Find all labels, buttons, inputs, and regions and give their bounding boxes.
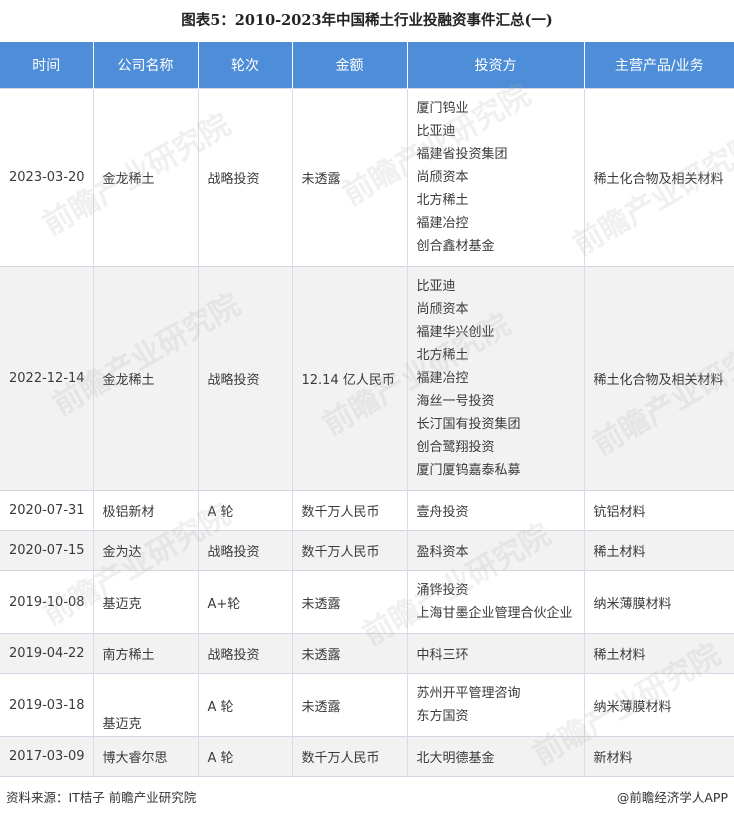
investor: 北方稀土	[416, 193, 469, 208]
cell-date: 2019-04-22	[0, 633, 93, 674]
investor: 尚颀资本	[416, 170, 469, 185]
investor: 长汀国有投资集团	[416, 417, 521, 432]
cell-date: 2019-03-18	[0, 673, 93, 737]
cell-amount: 12.14 亿人民币	[291, 266, 407, 491]
cell-amount: 未透露	[291, 88, 407, 267]
investor: 厦门钨业	[416, 101, 469, 116]
cell-investors: 盈科资本	[406, 530, 584, 571]
table-row: 2019-10-08 基迈克 A+轮 未透露 涌铧投资 上海甘墨企业管理合伙企业…	[0, 570, 734, 634]
cell-company: 金龙稀土	[92, 88, 198, 267]
header-company: 公司名称	[92, 42, 198, 89]
source-note: 资料来源：IT桔子 前瞻产业研究院	[6, 790, 197, 805]
investor: 创合鑫材基金	[416, 239, 495, 254]
investor: 上海甘墨企业管理合伙企业	[416, 606, 573, 621]
cell-business: 稀土材料	[583, 633, 734, 674]
investor: 创合鹭翔投资	[416, 440, 495, 455]
cell-round: 战略投资	[197, 88, 292, 267]
cell-round: A 轮	[197, 490, 292, 531]
cell-date: 2022-12-14	[0, 266, 93, 491]
cell-company: 金为达	[92, 530, 198, 571]
cell-round: A+轮	[197, 570, 292, 634]
table-row: 2019-04-22 南方稀土 战略投资 未透露 中科三环 稀土材料	[0, 633, 734, 674]
cell-date: 2023-03-20	[0, 88, 93, 267]
header-amount: 金额	[291, 42, 407, 89]
cell-company: 南方稀土	[92, 633, 198, 674]
table-row: 2023-03-20 金龙稀土 战略投资 未透露 厦门钨业 比亚迪 福建省投资集…	[0, 88, 734, 267]
investor: 福建华兴创业	[416, 325, 495, 340]
cell-round: 战略投资	[197, 266, 292, 491]
cell-round: A 轮	[197, 736, 292, 777]
cell-company: 基迈克	[92, 570, 198, 634]
cell-amount: 未透露	[291, 673, 407, 737]
investor: 比亚迪	[416, 124, 456, 139]
header-date: 时间	[0, 42, 93, 89]
investor: 东方国资	[416, 709, 469, 724]
header-round: 轮次	[197, 42, 292, 89]
cell-business: 稀土化合物及相关材料	[583, 266, 734, 491]
investor: 苏州开平管理咨询	[416, 686, 521, 701]
table-row: 2022-12-14 金龙稀土 战略投资 12.14 亿人民币 比亚迪 尚颀资本…	[0, 266, 734, 491]
cell-business: 钪铝材料	[583, 490, 734, 531]
table-title: 图表5：2010-2023年中国稀土行业投融资事件汇总(一)	[181, 12, 553, 29]
cell-company: 极铝新材	[92, 490, 198, 531]
table-row: 2020-07-31 极铝新材 A 轮 数千万人民币 壹舟投资 钪铝材料	[0, 490, 734, 531]
table-row: 2017-03-09 博大睿尔思 A 轮 数千万人民币 北大明德基金 新材料	[0, 736, 734, 777]
table-header-row: 时间 公司名称 轮次 金额 投资方 主营产品/业务	[0, 42, 734, 89]
investor: 尚颀资本	[416, 302, 469, 317]
investor: 北方稀土	[416, 348, 469, 363]
cell-business: 新材料	[583, 736, 734, 777]
investment-table: 时间 公司名称 轮次 金额 投资方 主营产品/业务 2023-03-20 金龙稀…	[0, 42, 734, 777]
cell-amount: 数千万人民币	[291, 530, 407, 571]
cell-amount: 未透露	[291, 570, 407, 634]
investor: 海丝一号投资	[416, 394, 495, 409]
cell-investors: 比亚迪 尚颀资本 福建华兴创业 北方稀土 福建冶控 海丝一号投资 长汀国有投资集…	[406, 266, 584, 491]
cell-company: 基迈克	[92, 673, 198, 737]
cell-business: 纳米薄膜材料	[583, 570, 734, 634]
table-row: 2019-03-18 基迈克 A 轮 未透露 苏州开平管理咨询 东方国资 纳米薄…	[0, 673, 734, 737]
investor: 比亚迪	[416, 279, 456, 294]
cell-investors: 涌铧投资 上海甘墨企业管理合伙企业	[406, 570, 584, 634]
investor: 福建冶控	[416, 216, 469, 231]
cell-amount: 数千万人民币	[291, 490, 407, 531]
investor: 福建省投资集团	[416, 147, 508, 162]
cell-investors: 壹舟投资	[406, 490, 584, 531]
investor: 厦门厦钨嘉泰私募	[416, 463, 521, 478]
table-row: 2020-07-15 金为达 战略投资 数千万人民币 盈科资本 稀土材料	[0, 530, 734, 571]
cell-date: 2020-07-15	[0, 530, 93, 571]
cell-round: 战略投资	[197, 530, 292, 571]
cell-company: 博大睿尔思	[92, 736, 198, 777]
cell-round: A 轮	[197, 673, 292, 737]
cell-investors: 苏州开平管理咨询 东方国资	[406, 673, 584, 737]
cell-business: 纳米薄膜材料	[583, 673, 734, 737]
cell-business: 稀土化合物及相关材料	[583, 88, 734, 267]
cell-investors: 厦门钨业 比亚迪 福建省投资集团 尚颀资本 北方稀土 福建冶控 创合鑫材基金	[406, 88, 584, 267]
cell-investors: 中科三环	[406, 633, 584, 674]
cell-date: 2020-07-31	[0, 490, 93, 531]
cell-date: 2019-10-08	[0, 570, 93, 634]
header-investors: 投资方	[406, 42, 584, 89]
cell-investors: 北大明德基金	[406, 736, 584, 777]
cell-date: 2017-03-09	[0, 736, 93, 777]
investor: 福建冶控	[416, 371, 469, 386]
cell-company: 金龙稀土	[92, 266, 198, 491]
cell-amount: 数千万人民币	[291, 736, 407, 777]
cell-round: 战略投资	[197, 633, 292, 674]
cell-business: 稀土材料	[583, 530, 734, 571]
investor: 涌铧投资	[416, 583, 469, 598]
header-business: 主营产品/业务	[583, 42, 734, 89]
cell-amount: 未透露	[291, 633, 407, 674]
brand-note: @前瞻经济学人APP	[616, 790, 728, 805]
